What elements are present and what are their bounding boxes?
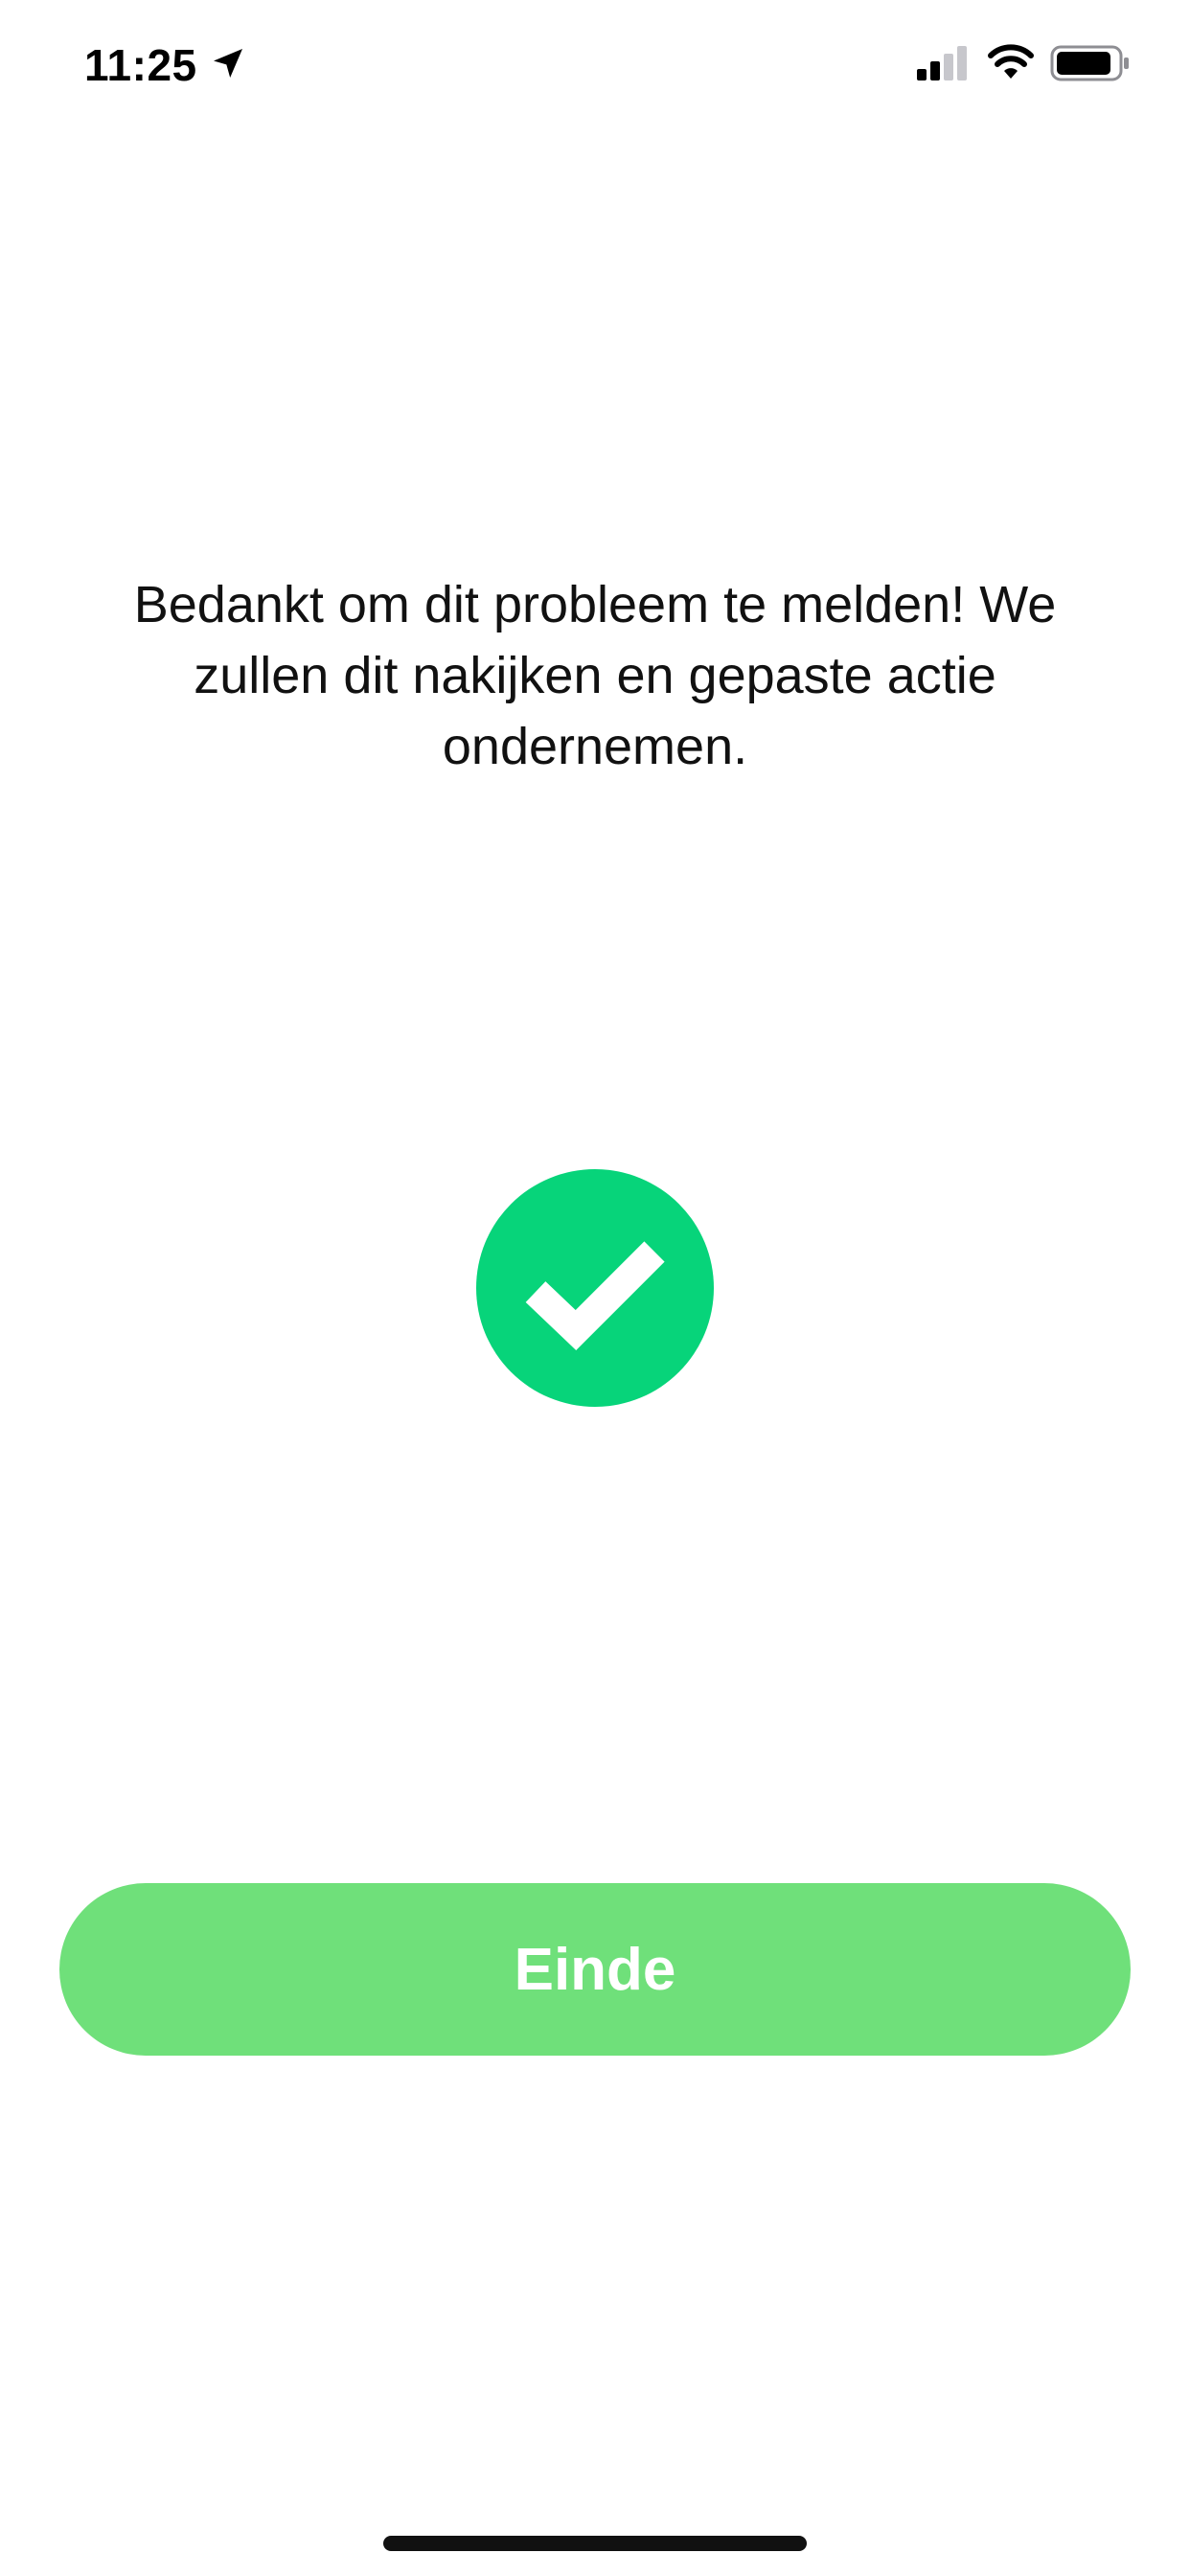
confirmation-message: Bedankt om dit probleem te melden! We zu… (133, 576, 1057, 775)
location-arrow-icon (214, 49, 242, 78)
finish-button-label: Einde (514, 1936, 676, 2003)
finish-button[interactable]: Einde (59, 1883, 1131, 2056)
status-time: 11:25 (84, 40, 197, 90)
checkmark-circle-icon (476, 1169, 714, 1407)
battery-icon (1050, 45, 1129, 81)
home-indicator (383, 2536, 807, 2551)
status-bar: 11:25 (0, 0, 1190, 134)
cellular-signal-icon (917, 46, 967, 80)
wifi-icon (988, 44, 1034, 79)
